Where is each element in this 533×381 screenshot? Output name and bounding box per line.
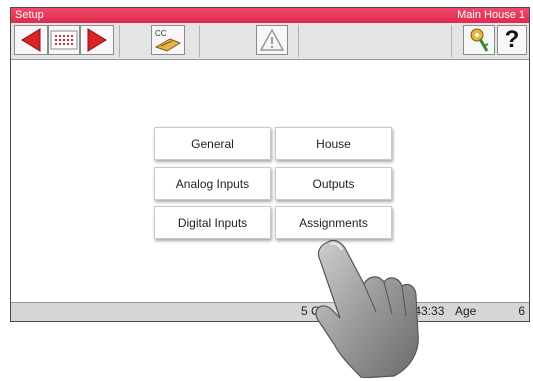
age-label: Age [455,304,477,318]
analog-inputs-button[interactable]: Analog Inputs [154,167,271,200]
cc-hand-icon: CC [154,29,182,52]
house-button[interactable]: House [275,127,392,160]
warning-button[interactable] [256,25,288,55]
screen-frame: Setup Main House 1 CC ? General House An… [10,7,530,322]
back-arrow-icon [21,28,41,52]
cc-label: CC [155,29,167,38]
setup-menu-area: General House Analog Inputs Outputs Digi… [11,60,529,303]
location-label: Main House 1 [457,9,525,21]
outputs-button[interactable]: Outputs [275,167,392,200]
list-icon [50,30,78,50]
cc-button[interactable]: CC [151,25,185,55]
help-icon: ? [504,26,520,53]
warning-triangle-icon [259,28,285,51]
age-value: 6 [518,304,525,318]
key-icon [470,28,489,52]
toolbar-separator [298,25,299,57]
toolbar-separator [199,25,200,57]
digital-inputs-button[interactable]: Digital Inputs [154,206,271,239]
help-button[interactable]: ? [497,25,527,55]
toolbar-separator [451,25,452,57]
back-button[interactable] [14,25,48,55]
pointing-hand-image [315,239,419,378]
status-bar: 5 C :43:33 Age 6 [11,302,529,321]
assignments-button[interactable]: Assignments [275,206,392,239]
key-button[interactable] [463,25,495,55]
toolbar-separator [119,25,120,57]
toolbar: CC ? [11,23,529,60]
forward-button[interactable] [80,25,114,55]
list-button[interactable] [48,25,80,55]
title-bar: Setup Main House 1 [11,8,529,23]
forward-arrow-icon [87,28,107,52]
general-button[interactable]: General [154,127,271,160]
screen-title: Setup [15,9,44,21]
